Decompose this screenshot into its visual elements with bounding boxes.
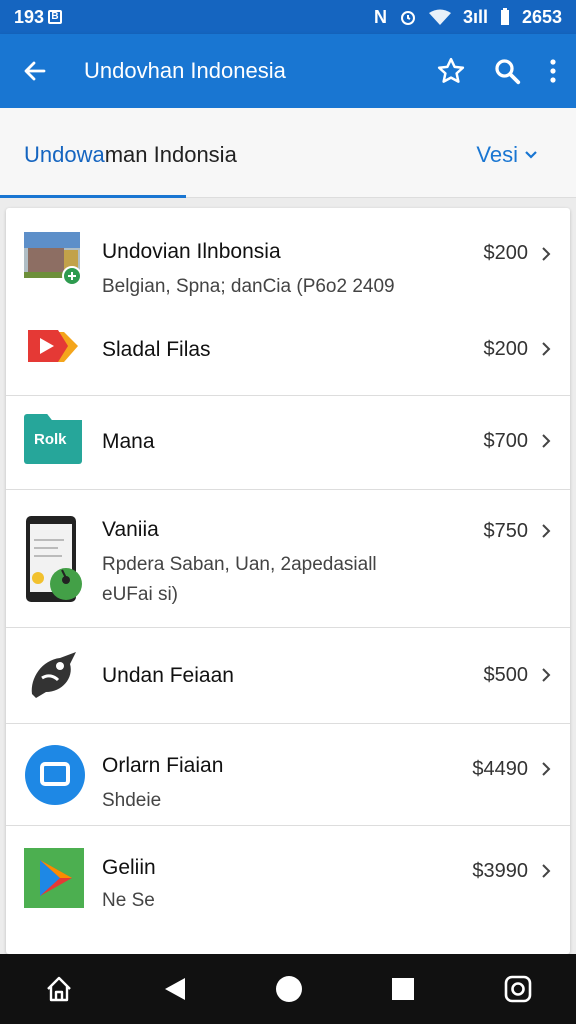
alarm-icon [400, 11, 415, 25]
home-circle-icon[interactable] [275, 975, 303, 1003]
chevron-right-icon [542, 342, 551, 356]
chevron-down-icon [525, 151, 537, 159]
item-price: $3990 [472, 860, 528, 882]
status-bar: 193 B N 3ıll 2653 [0, 0, 576, 34]
item-subtitle: Ne Se [102, 890, 155, 911]
signal-text: 3ıll [462, 6, 488, 27]
notification-icon: B [48, 10, 63, 24]
teal-folder-icon: Rolk [24, 414, 82, 464]
list-item[interactable]: Vaniia Rpdera Saban, Uan, 2apedasiall eU… [6, 490, 570, 628]
star-icon[interactable] [436, 56, 466, 86]
home-icon[interactable] [44, 974, 74, 1004]
green-play-icon [24, 848, 84, 908]
item-title: Undovian Ilnbonsia [102, 240, 281, 263]
search-icon[interactable] [492, 56, 522, 86]
item-title: Mana [102, 430, 155, 453]
chevron-right-icon [542, 434, 551, 448]
item-price: $700 [483, 430, 529, 452]
page-title: Undovhan Indonesia [84, 58, 286, 83]
item-subtitle: Rpdera Saban, Uan, 2apedasiall [102, 554, 377, 575]
list-group-1: Undovian Ilnbonsia Belgian, Spna; danCia… [6, 208, 570, 396]
app-bar: Undovhan Indonesia [0, 34, 576, 108]
nfc-icon: N [373, 6, 387, 27]
list-item[interactable]: Rolk Mana $700 [6, 396, 570, 490]
battery-icon [500, 8, 509, 25]
item-price: $500 [483, 664, 529, 686]
chevron-right-icon [542, 247, 551, 261]
sort-dropdown[interactable]: Vesi [476, 142, 538, 168]
item-price: $200 [483, 242, 529, 264]
list-item[interactable]: Geliin Ne Se $3990 [6, 826, 570, 954]
item-price: $200 [483, 338, 529, 360]
status-right-text: 2653 [521, 6, 562, 27]
tab-primary-label-b: man Indonsia [104, 142, 237, 167]
tab-bar: Undowaman Indonsia Vesi [0, 108, 576, 198]
list-item[interactable]: Undan Feiaan $500 [6, 628, 570, 724]
back-nav-icon[interactable] [163, 976, 187, 1002]
item-title: Orlarn Fiaian [102, 754, 224, 777]
chevron-right-icon [542, 864, 551, 878]
tab-indicator [0, 195, 186, 198]
tab-primary[interactable]: Undowaman Indonsia [24, 142, 237, 168]
camera-icon[interactable] [504, 975, 532, 1003]
store-photo-icon [24, 232, 82, 286]
more-vert-icon[interactable] [548, 56, 558, 86]
item-title: Geliin [102, 856, 156, 879]
system-nav-bar [0, 954, 576, 1024]
status-time: 193 [14, 6, 45, 27]
sort-label: Vesi [476, 142, 518, 167]
recents-icon[interactable] [391, 977, 415, 1001]
wifi-icon [428, 9, 451, 25]
result-list: Undovian Ilnbonsia Belgian, Spna; danCia… [6, 208, 570, 954]
item-title: Sladal Filas [102, 338, 211, 361]
folder-icon-text: Rolk [34, 431, 67, 448]
item-price: $4490 [472, 758, 528, 780]
chevron-right-icon [542, 762, 551, 776]
chevron-right-icon [542, 524, 551, 538]
chevron-right-icon [542, 668, 551, 682]
item-price: $750 [483, 520, 529, 542]
item-title: Undan Feiaan [102, 664, 234, 687]
item-subtitle-2: eUFai si) [102, 584, 179, 605]
item-subtitle: Belgian, Spna; danCia (P6o2 2409 [102, 276, 395, 297]
blue-circle-icon [25, 745, 85, 805]
list-item[interactable]: Orlarn Fiaian Shdeie $4490 [6, 724, 570, 826]
item-subtitle: Shdeie [102, 790, 162, 811]
tab-primary-label-a: Undowa [24, 142, 105, 167]
back-button[interactable] [0, 58, 70, 84]
phone-icon [26, 516, 82, 602]
arrow-back-icon [24, 61, 46, 81]
item-title: Vaniia [102, 518, 159, 541]
red-play-icon [28, 330, 78, 362]
bird-icon [31, 652, 76, 698]
